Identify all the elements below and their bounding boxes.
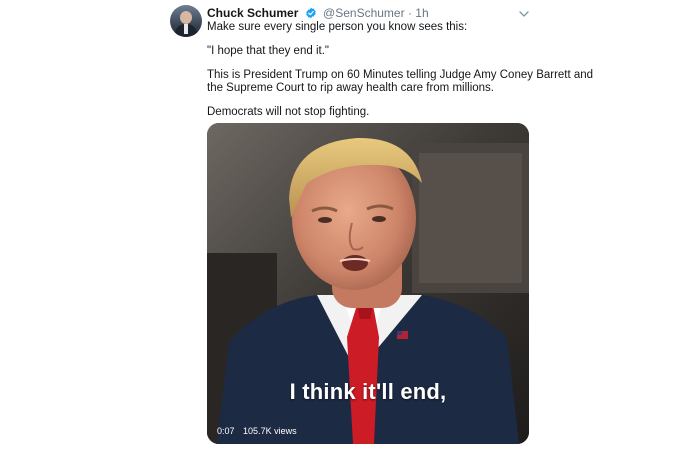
video-stats: 0:07 105.7K views: [217, 426, 303, 436]
timestamp[interactable]: 1h: [415, 6, 428, 20]
avatar[interactable]: [170, 5, 202, 37]
avatar-shirt: [184, 24, 188, 34]
verified-badge-icon: [305, 7, 317, 22]
tweet-line: This is President Trump on 60 Minutes te…: [207, 69, 594, 81]
tweet-line: Democrats will not stop fighting.: [207, 106, 370, 118]
tweet-line: the Supreme Court to rip away health car…: [207, 82, 494, 94]
tweet-quote: "I hope that they end it.": [207, 45, 329, 57]
video-view-count: 105.7K views: [243, 426, 297, 436]
tweet[interactable]: Chuck Schumer @SenSchumer · 1h Make sure…: [0, 0, 700, 449]
avatar-head: [180, 11, 192, 24]
video-caption: I think it'll end,: [289, 379, 447, 404]
tweet-text: Make sure every single person you know s…: [207, 21, 594, 130]
video-elapsed-time: 0:07: [217, 426, 235, 436]
tweet-header: Chuck Schumer @SenSchumer · 1h: [207, 6, 429, 22]
separator-dot: ·: [407, 6, 412, 20]
tweet-line: Make sure every single person you know s…: [207, 21, 468, 33]
author-name[interactable]: Chuck Schumer: [207, 6, 298, 20]
author-handle[interactable]: @SenSchumer: [323, 6, 405, 20]
video-player[interactable]: I think it'll end, 0:07 105.7K views: [207, 123, 529, 444]
